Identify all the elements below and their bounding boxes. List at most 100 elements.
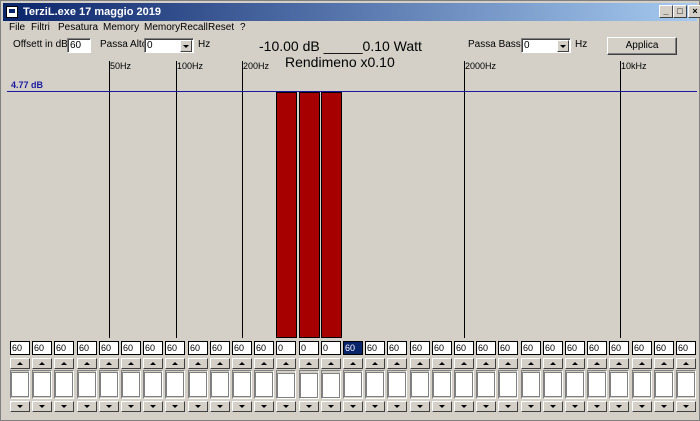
band-value-field[interactable]: 0 (321, 341, 341, 355)
band-slider-track[interactable] (387, 370, 407, 399)
band-slider-track[interactable] (365, 370, 385, 399)
band-value-field[interactable]: 60 (77, 341, 97, 355)
band-slider-track[interactable] (632, 370, 652, 399)
band-increase-button[interactable] (232, 358, 252, 369)
band-decrease-button[interactable] (188, 401, 208, 412)
band-decrease-button[interactable] (77, 401, 97, 412)
band-slider-thumb[interactable] (189, 372, 207, 397)
band-slider-thumb[interactable] (477, 372, 495, 397)
band-increase-button[interactable] (32, 358, 52, 369)
band-decrease-button[interactable] (299, 401, 319, 412)
band-value-field[interactable]: 60 (343, 341, 363, 355)
band-value-field[interactable]: 60 (121, 341, 141, 355)
band-decrease-button[interactable] (32, 401, 52, 412)
band-increase-button[interactable] (299, 358, 319, 369)
band-value-field[interactable]: 60 (632, 341, 652, 355)
band-increase-button[interactable] (143, 358, 163, 369)
band-increase-button[interactable] (476, 358, 496, 369)
band-increase-button[interactable] (165, 358, 185, 369)
band-value-field[interactable]: 60 (454, 341, 474, 355)
band-slider-thumb[interactable] (588, 372, 606, 397)
band-value-field[interactable]: 60 (232, 341, 252, 355)
band-decrease-button[interactable] (143, 401, 163, 412)
band-increase-button[interactable] (587, 358, 607, 369)
band-decrease-button[interactable] (276, 401, 296, 412)
band-slider-thumb[interactable] (455, 372, 473, 397)
band-slider-track[interactable] (587, 370, 607, 399)
band-decrease-button[interactable] (210, 401, 230, 412)
band-slider-thumb[interactable] (366, 372, 384, 397)
band-slider-track[interactable] (54, 370, 74, 399)
band-increase-button[interactable] (254, 358, 274, 369)
band-decrease-button[interactable] (609, 401, 629, 412)
band-slider-thumb[interactable] (255, 372, 273, 397)
band-value-field[interactable]: 60 (432, 341, 452, 355)
band-slider-track[interactable] (10, 370, 30, 399)
band-slider-track[interactable] (321, 370, 341, 399)
band-decrease-button[interactable] (321, 401, 341, 412)
band-increase-button[interactable] (54, 358, 74, 369)
band-slider-track[interactable] (343, 370, 363, 399)
band-decrease-button[interactable] (565, 401, 585, 412)
band-slider-thumb[interactable] (78, 372, 96, 397)
band-value-field[interactable]: 60 (165, 341, 185, 355)
band-slider-track[interactable] (232, 370, 252, 399)
maximize-button[interactable]: □ (673, 5, 687, 18)
band-value-field[interactable]: 60 (387, 341, 407, 355)
band-value-field[interactable]: 60 (410, 341, 430, 355)
band-decrease-button[interactable] (121, 401, 141, 412)
band-slider-track[interactable] (143, 370, 163, 399)
band-increase-button[interactable] (543, 358, 563, 369)
band-slider-thumb[interactable] (233, 372, 251, 397)
band-slider-thumb[interactable] (499, 372, 517, 397)
band-slider-track[interactable] (476, 370, 496, 399)
band-decrease-button[interactable] (454, 401, 474, 412)
band-slider-thumb[interactable] (610, 372, 628, 397)
band-increase-button[interactable] (609, 358, 629, 369)
band-slider-track[interactable] (77, 370, 97, 399)
menu-filtri[interactable]: Filtri (31, 22, 50, 33)
menu-reset[interactable]: Reset (208, 22, 234, 33)
band-decrease-button[interactable] (410, 401, 430, 412)
band-decrease-button[interactable] (587, 401, 607, 412)
band-increase-button[interactable] (99, 358, 119, 369)
band-slider-thumb[interactable] (277, 373, 295, 398)
band-increase-button[interactable] (454, 358, 474, 369)
band-slider-thumb[interactable] (411, 372, 429, 397)
band-slider-track[interactable] (32, 370, 52, 399)
title-bar[interactable]: TerziL.exe 17 maggio 2019 _ □ × (3, 3, 700, 21)
band-decrease-button[interactable] (632, 401, 652, 412)
menu-file[interactable]: File (9, 22, 25, 33)
band-increase-button[interactable] (410, 358, 430, 369)
band-slider-thumb[interactable] (433, 372, 451, 397)
band-slider-track[interactable] (276, 370, 296, 399)
band-value-field[interactable]: 60 (543, 341, 563, 355)
band-decrease-button[interactable] (10, 401, 30, 412)
band-slider-track[interactable] (121, 370, 141, 399)
band-slider-thumb[interactable] (633, 372, 651, 397)
band-decrease-button[interactable] (54, 401, 74, 412)
band-value-field[interactable]: 60 (587, 341, 607, 355)
band-slider-thumb[interactable] (166, 372, 184, 397)
band-decrease-button[interactable] (654, 401, 674, 412)
applica-button[interactable]: Applica (607, 37, 677, 55)
band-value-field[interactable]: 60 (676, 341, 696, 355)
band-increase-button[interactable] (365, 358, 385, 369)
band-slider-track[interactable] (521, 370, 541, 399)
band-decrease-button[interactable] (365, 401, 385, 412)
offset-input[interactable]: 60 (67, 38, 91, 53)
band-slider-track[interactable] (210, 370, 230, 399)
band-increase-button[interactable] (10, 358, 30, 369)
band-slider-thumb[interactable] (300, 373, 318, 398)
band-slider-thumb[interactable] (566, 372, 584, 397)
passa-basso-select[interactable]: 0 (521, 38, 571, 53)
band-slider-thumb[interactable] (544, 372, 562, 397)
band-slider-track[interactable] (410, 370, 430, 399)
band-increase-button[interactable] (387, 358, 407, 369)
band-decrease-button[interactable] (99, 401, 119, 412)
band-decrease-button[interactable] (498, 401, 518, 412)
band-slider-thumb[interactable] (55, 372, 73, 397)
menu-help[interactable]: ? (240, 22, 246, 33)
band-increase-button[interactable] (321, 358, 341, 369)
close-button[interactable]: × (688, 5, 700, 18)
